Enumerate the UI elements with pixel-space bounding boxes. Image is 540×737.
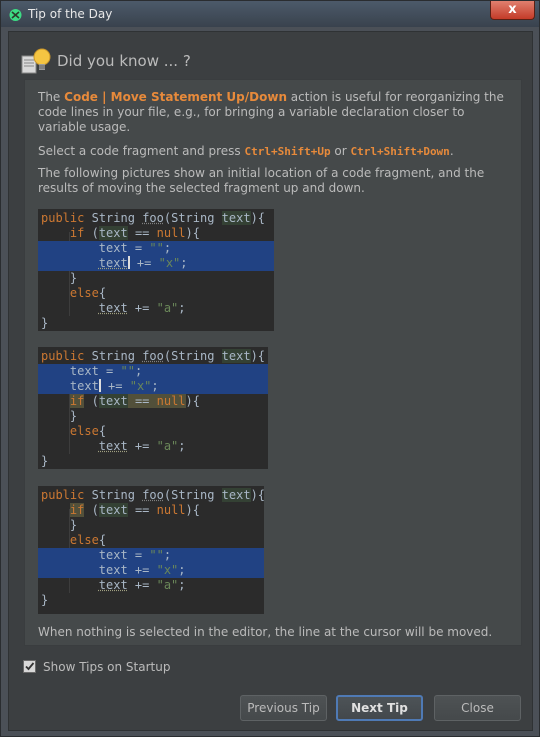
text-span: .	[449, 144, 454, 158]
action-name: Code | Move Statement Up/Down	[64, 90, 287, 104]
text-cursor	[98, 379, 101, 392]
shortcut-down: Ctrl+Shift+Down	[350, 145, 450, 158]
code-line: else{	[69, 533, 107, 547]
code-line-selected: text += "x";	[38, 379, 268, 394]
text-span: or	[330, 144, 351, 158]
code-line: text += "a";	[98, 301, 186, 315]
tip-content: The Code | Move Statement Up/Down action…	[24, 79, 522, 646]
code-line: if (text == null){	[69, 394, 200, 408]
code-line: if (text == null){	[69, 503, 200, 517]
checkmark-icon	[25, 662, 35, 671]
code-line: }	[41, 271, 78, 285]
code-line: }	[41, 518, 78, 532]
tip-paragraph-3: The following pictures show an initial l…	[38, 166, 485, 195]
tip-footer-note: When nothing is selected in the editor, …	[38, 625, 493, 639]
close-button[interactable]: Close	[434, 695, 521, 721]
text-span: Select a code fragment and press	[38, 144, 245, 158]
code-line: public String foo(String text){	[41, 349, 266, 363]
tip-dialog: Tip of the Day x Did you know ... ? The …	[0, 0, 540, 737]
text-span: The	[38, 90, 65, 104]
lightbulb-icon	[21, 48, 51, 74]
title-bar[interactable]: Tip of the Day x	[1, 1, 539, 27]
code-line: text += "a";	[98, 439, 186, 453]
code-line-selected: text += "x";	[38, 256, 274, 271]
code-line: text += "a";	[98, 578, 186, 592]
code-line: else{	[69, 424, 107, 438]
code-line: public String foo(String text){	[41, 211, 266, 225]
tip-paragraph-1: The Code | Move Statement Up/Down action…	[38, 90, 508, 135]
code-line: if (text == null){	[69, 226, 200, 240]
show-tips-checkbox[interactable]	[23, 660, 36, 673]
code-example-moved-up: public String foo(String text){ text = "…	[38, 347, 268, 469]
show-tips-label[interactable]: Show Tips on Startup	[43, 660, 170, 674]
code-line: }	[41, 316, 49, 330]
android-studio-icon	[9, 9, 22, 21]
code-line: else{	[69, 286, 107, 300]
code-line-selected: text = "";	[38, 241, 274, 256]
previous-tip-button[interactable]: Previous Tip	[240, 695, 327, 721]
next-tip-button[interactable]: Next Tip	[336, 695, 423, 721]
shortcut-up: Ctrl+Shift+Up	[244, 145, 331, 158]
text-cursor	[127, 256, 130, 269]
code-line: public String foo(String text){	[41, 488, 266, 502]
code-line-selected: text = "";	[38, 548, 264, 563]
code-line-selected: text = "";	[38, 364, 268, 379]
tip-heading: Did you know ... ?	[57, 52, 191, 70]
code-example-moved-down: public String foo(String text){ if (text…	[38, 486, 266, 614]
code-example-initial: public String foo(String text){ if (text…	[38, 209, 274, 331]
code-line: }	[41, 409, 78, 423]
code-line-selected: text += "x";	[38, 563, 264, 578]
dialog-body: Did you know ... ? The Code | Move State…	[8, 31, 533, 731]
code-line: }	[41, 593, 49, 607]
close-window-button[interactable]: x	[490, 1, 535, 20]
window-title: Tip of the Day	[28, 7, 113, 21]
code-line: }	[41, 454, 49, 468]
tip-paragraph-2: Select a code fragment and press Ctrl+Sh…	[38, 144, 508, 159]
